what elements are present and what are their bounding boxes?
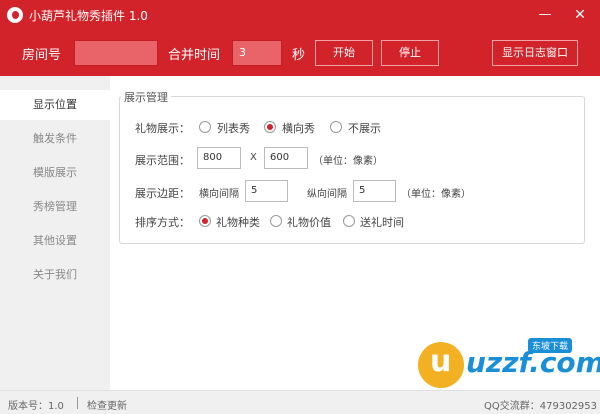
start-button[interactable]: 开始 — [315, 40, 373, 66]
radio-no-show-label[interactable]: 不展示 — [348, 120, 381, 136]
horizontal-gap-label: 横向间隔 — [199, 189, 239, 200]
site-watermark: u uzzf.com 东坡下载 — [418, 338, 600, 394]
sidebar-item-about[interactable]: 关于我们 — [0, 260, 110, 290]
group-title: 展示管理 — [121, 89, 171, 105]
horizontal-gap-input[interactable]: 5 — [245, 180, 288, 202]
sidebar-item-trigger[interactable]: 触发条件 — [0, 124, 110, 154]
title-bar: 小葫芦礼物秀插件 1.0 — ✕ — [0, 0, 600, 30]
room-input[interactable] — [74, 40, 158, 66]
stop-button[interactable]: 停止 — [381, 40, 439, 66]
radio-sort-value-label[interactable]: 礼物价值 — [287, 214, 331, 230]
vertical-gap-label: 纵向间隔 — [307, 189, 347, 200]
range-width-input[interactable]: 800 — [197, 147, 241, 169]
qq-group-text: QQ交流群：479302953 — [484, 401, 598, 412]
check-update-link[interactable]: 检查更新 — [87, 397, 127, 412]
radio-sort-type[interactable] — [199, 215, 211, 227]
range-height-input[interactable]: 600 — [264, 147, 308, 169]
watermark-badge: 东坡下载 — [528, 338, 573, 353]
radio-no-show[interactable] — [330, 121, 342, 133]
show-log-button[interactable]: 显示日志窗口 — [492, 40, 578, 66]
sidebar: 显示位置 触发条件 模版展示 秀榜管理 其他设置 关于我们 — [0, 76, 110, 390]
close-button[interactable]: ✕ — [565, 2, 595, 28]
margin-unit-label: （单位：像素） — [401, 189, 471, 200]
merge-time-input[interactable]: 3 — [232, 40, 282, 66]
merge-time-label: 合并时间 — [168, 48, 221, 63]
range-x-label: X — [250, 152, 257, 163]
app-logo-icon — [7, 7, 23, 23]
radio-sort-type-label[interactable]: 礼物种类 — [216, 214, 260, 230]
room-label: 房间号 — [22, 48, 62, 63]
toolbar: 房间号 合并时间 3 秒 开始 停止 显示日志窗口 — [0, 30, 600, 76]
radio-horizontal-show-label[interactable]: 横向秀 — [282, 120, 315, 136]
range-label: 展示范围： — [135, 154, 190, 167]
radio-list-show-label[interactable]: 列表秀 — [217, 120, 250, 136]
window-title: 小葫芦礼物秀插件 1.0 — [29, 9, 148, 23]
status-divider — [77, 397, 78, 409]
margin-label: 展示边距： — [135, 187, 190, 200]
minimize-button[interactable]: — — [530, 2, 560, 28]
sidebar-item-template[interactable]: 模版展示 — [0, 158, 110, 188]
range-unit-label: （单位：像素） — [313, 156, 383, 167]
sidebar-item-rank[interactable]: 秀榜管理 — [0, 192, 110, 222]
radio-sort-time-label[interactable]: 送礼时间 — [360, 214, 404, 230]
radio-horizontal-show[interactable] — [264, 121, 276, 133]
radio-list-show[interactable] — [199, 121, 211, 133]
radio-sort-time[interactable] — [343, 215, 355, 227]
watermark-u-glyph: u — [430, 344, 452, 379]
radio-sort-value[interactable] — [270, 215, 282, 227]
sidebar-item-other[interactable]: 其他设置 — [0, 226, 110, 256]
gift-show-label: 礼物展示： — [135, 122, 190, 135]
sort-label: 排序方式： — [135, 216, 190, 229]
sidebar-item-display-position[interactable]: 显示位置 — [0, 90, 110, 120]
seconds-label: 秒 — [292, 48, 306, 63]
vertical-gap-input[interactable]: 5 — [353, 180, 396, 202]
version-text: 版本号：1.0 — [8, 401, 64, 412]
